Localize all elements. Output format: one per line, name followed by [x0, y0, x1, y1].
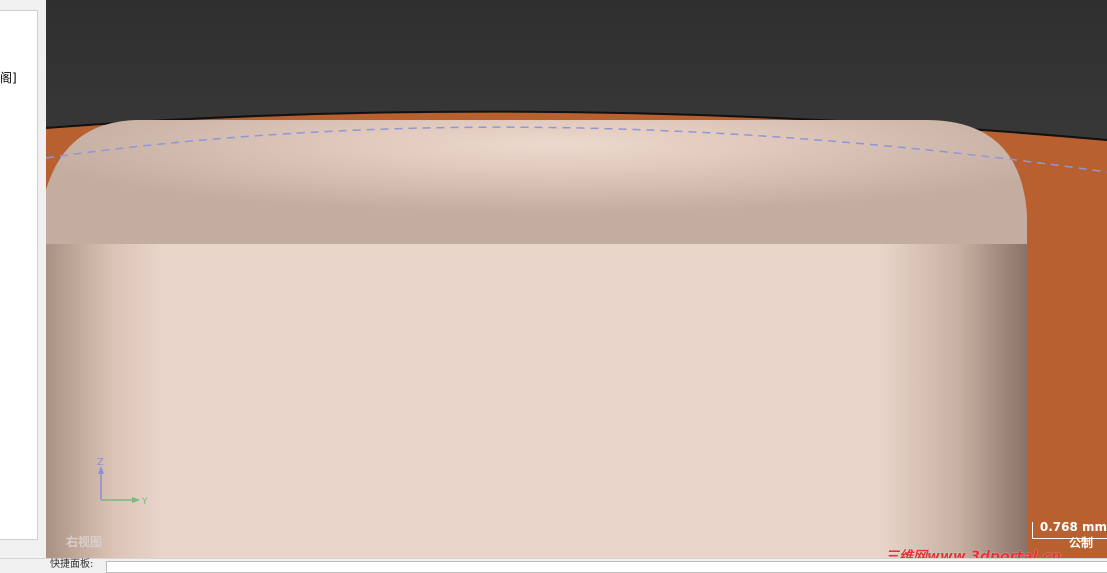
command-input[interactable] — [106, 561, 1107, 573]
command-bar: 快捷面板: — [0, 558, 1107, 573]
3d-viewport[interactable]: Z Y 右视图 0.768 mm 公制 — [46, 0, 1107, 558]
command-label: 快捷面板: — [50, 559, 94, 570]
body-cap — [46, 120, 1027, 245]
model-render: Z Y — [46, 110, 1107, 558]
body-main — [46, 244, 1027, 558]
axis-y-label: Y — [141, 497, 148, 507]
scale-units: 公制 — [1068, 536, 1093, 550]
view-name-label: 右视图 — [66, 535, 103, 549]
scale-value: 0.768 mm — [1039, 520, 1107, 534]
axis-z-label: Z — [97, 457, 104, 468]
left-side-panel: 阁] — [0, 0, 46, 560]
feature-tree-item[interactable]: 阁] — [0, 69, 17, 86]
scale-bar-tick — [1032, 522, 1033, 538]
feature-tree-panel[interactable]: 阁] — [0, 10, 38, 540]
